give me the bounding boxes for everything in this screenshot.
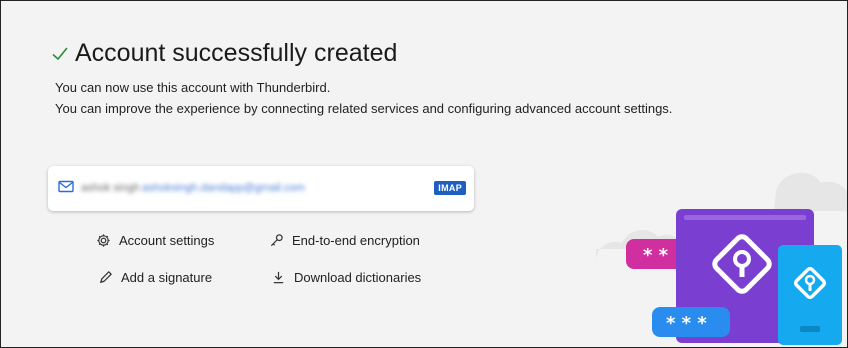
security-illustration: * * * * * <box>596 172 847 345</box>
password-mask-2: * * * <box>666 313 707 334</box>
account-settings-label: Account settings <box>119 233 215 248</box>
info-text-line-2: You can improve the experience by connec… <box>55 101 673 116</box>
account-card[interactable]: ashok singh ashoksingh.dandapp@gmail.com… <box>48 166 474 211</box>
mail-icon <box>58 180 74 193</box>
download-icon <box>273 271 284 284</box>
account-actions: Account settings End-to-end encryption A… <box>96 231 456 291</box>
check-icon <box>52 46 68 60</box>
gear-icon <box>97 234 110 247</box>
key-icon <box>270 234 283 247</box>
account-created-panel: Account successfully created You can now… <box>0 0 848 348</box>
add-signature-label: Add a signature <box>121 270 213 285</box>
account-name: ashok singh <box>81 182 140 194</box>
end-to-end-encryption-label: End-to-end encryption <box>292 233 420 248</box>
pencil-icon <box>99 271 112 284</box>
end-to-end-encryption-link[interactable]: End-to-end encryption <box>269 233 420 248</box>
download-dictionaries-label: Download dictionaries <box>294 270 422 285</box>
add-signature-link[interactable]: Add a signature <box>98 270 212 285</box>
cloud-shape <box>774 172 847 211</box>
protocol-badge: IMAP <box>434 181 466 195</box>
account-settings-link[interactable]: Account settings <box>96 233 214 248</box>
download-dictionaries-link[interactable]: Download dictionaries <box>271 270 421 285</box>
account-email: ashoksingh.dandapp@gmail.com <box>142 182 305 194</box>
password-mask-1: * * <box>643 245 669 266</box>
page-title: Account successfully created <box>75 39 398 67</box>
info-text-line-1: You can now use this account with Thunde… <box>55 80 331 95</box>
page-title-row: Account successfully created <box>51 39 397 68</box>
